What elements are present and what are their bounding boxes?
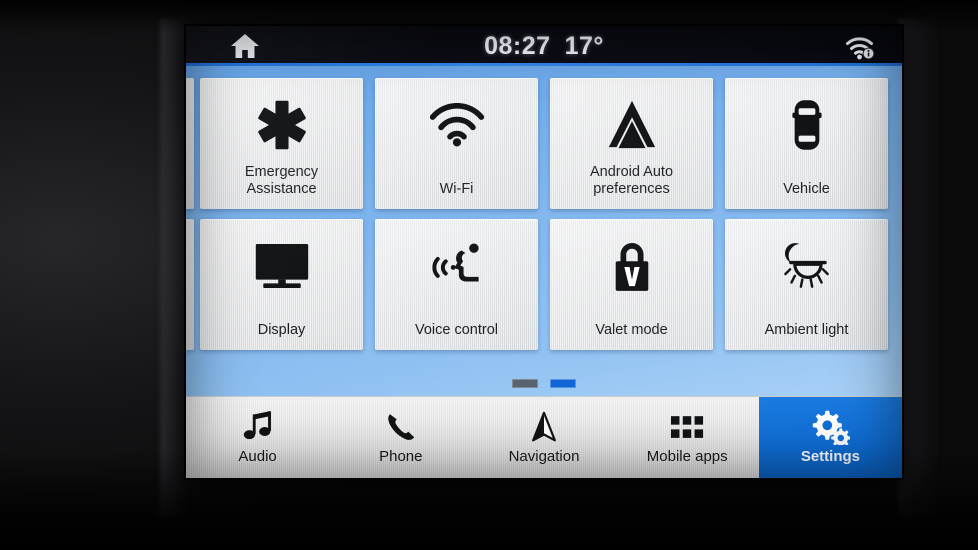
bottom-nav-bar: Audio Phone Navigation Mobile apps Setti…	[186, 396, 902, 478]
page-indicator	[186, 379, 902, 388]
nav-label: Settings	[800, 448, 860, 465]
nav-label: Mobile apps	[646, 448, 728, 465]
nav-item-mobile-apps[interactable]: Mobile apps	[616, 397, 759, 478]
ambient-light-icon	[777, 235, 837, 297]
nav-label: Phone	[379, 448, 423, 465]
clock-text: 08:27	[484, 31, 551, 60]
gears-icon	[810, 407, 851, 447]
tile-voice-control[interactable]: Voice control	[375, 219, 538, 350]
status-bar: 08:27 17°	[186, 26, 902, 66]
voice-control-icon	[426, 235, 488, 297]
music-note-icon	[240, 407, 276, 447]
wifi-icon	[428, 94, 486, 156]
wifi-info-icon[interactable]	[844, 34, 878, 60]
tile-vehicle[interactable]: Vehicle	[725, 78, 888, 209]
tile-ambient-light[interactable]: Ambient light	[725, 219, 888, 350]
nav-item-audio[interactable]: Audio	[186, 397, 329, 478]
tile-display[interactable]: Display	[200, 219, 363, 350]
tile-emergency-assistance[interactable]: Emergency Assistance	[200, 78, 363, 209]
tile-label: Ambient light	[764, 321, 849, 338]
nav-item-settings[interactable]: Settings	[758, 397, 902, 478]
monitor-icon	[253, 235, 311, 297]
page-dot-2[interactable]	[550, 379, 576, 388]
bezel-right-edge	[898, 18, 938, 518]
nav-label: Audio	[238, 448, 277, 465]
tile-valet-mode[interactable]: Valet mode	[550, 219, 713, 350]
car-top-view-icon	[791, 94, 822, 156]
nav-label: Navigation	[508, 448, 580, 465]
tile-label: Android Auto preferences	[589, 164, 674, 197]
tile-label: Voice control	[414, 321, 499, 338]
tile-wifi[interactable]: Wi-Fi	[375, 78, 538, 209]
tile-label: Emergency Assistance	[244, 164, 319, 197]
nav-item-phone[interactable]: Phone	[329, 397, 472, 478]
infotainment-screen: 08:27 17° Emergency Assistance Wi-Fi And…	[186, 26, 902, 478]
temperature-text: 17°	[564, 31, 604, 60]
star-of-life-icon	[254, 94, 310, 156]
app-grid-icon	[670, 407, 704, 447]
navigation-arrow-icon	[529, 407, 559, 447]
tile-label: Vehicle	[783, 180, 830, 197]
page-dot-1[interactable]	[512, 379, 538, 388]
settings-tile-grid: Emergency Assistance Wi-Fi Android Auto …	[186, 66, 902, 350]
tile-android-auto-preferences[interactable]: Android Auto preferences	[550, 78, 713, 209]
tile-label: Wi-Fi	[439, 180, 474, 197]
padlock-v-icon	[609, 235, 655, 297]
tile-label: Display	[257, 321, 306, 338]
android-auto-icon	[603, 94, 661, 156]
nav-item-navigation[interactable]: Navigation	[472, 397, 615, 478]
settings-page: Emergency Assistance Wi-Fi Android Auto …	[186, 66, 902, 396]
tile-label: Valet mode	[595, 321, 668, 338]
phone-handset-icon	[384, 407, 418, 447]
status-center-group: 08:27 17°	[186, 26, 902, 66]
